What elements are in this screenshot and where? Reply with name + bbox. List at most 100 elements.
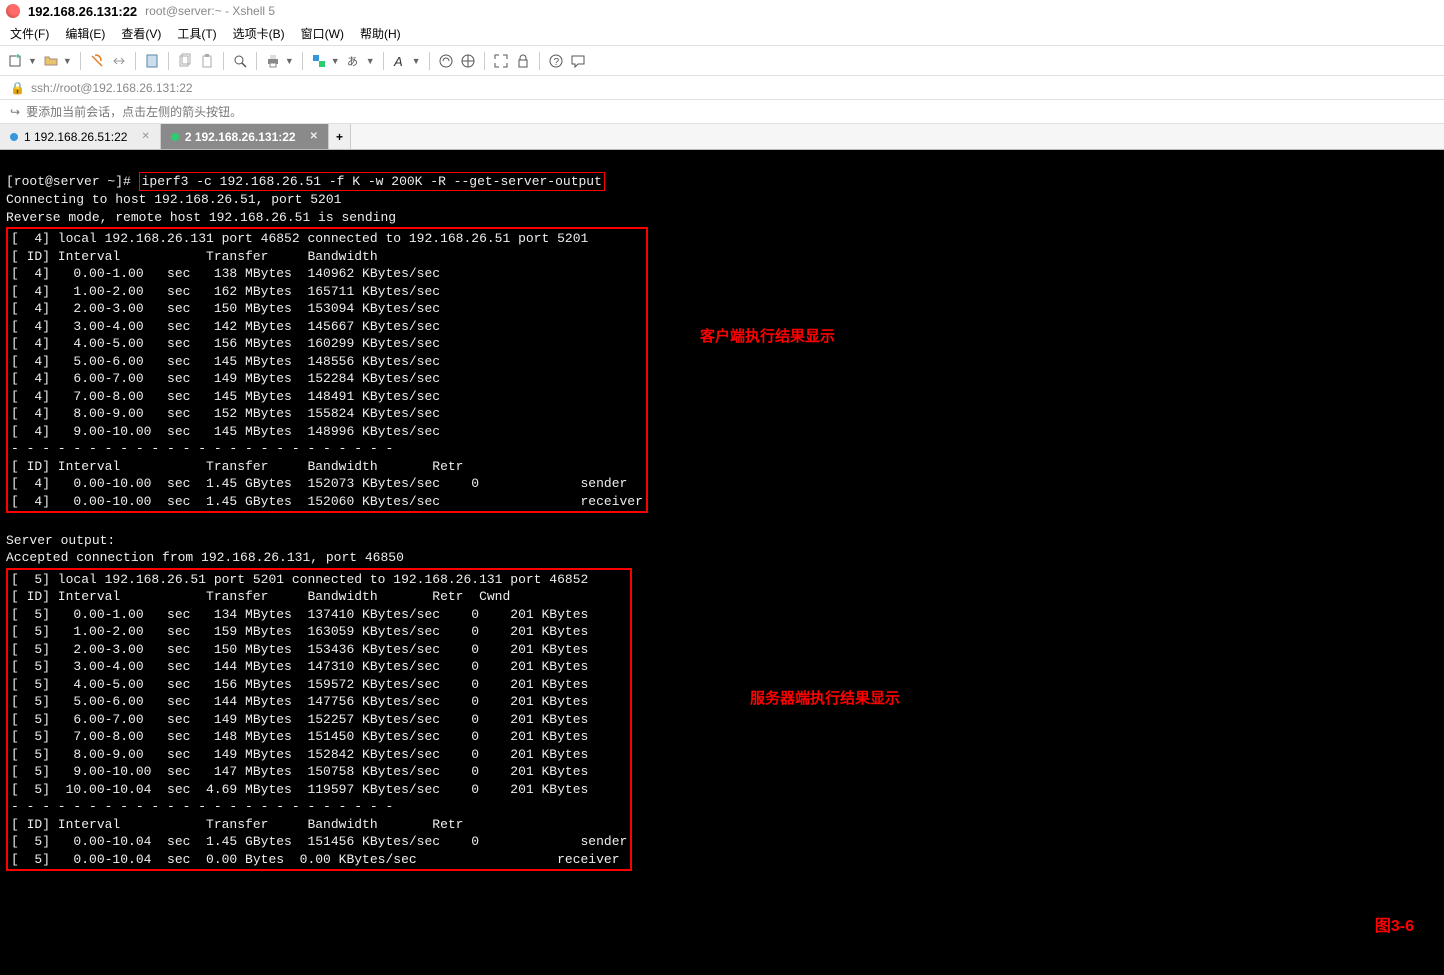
- dropdown-icon[interactable]: ▼: [285, 56, 294, 66]
- dropdown-icon[interactable]: ▼: [331, 56, 340, 66]
- annotation-client: 客户端执行结果显示: [700, 328, 835, 346]
- hint-text: 要添加当前会话，点击左侧的箭头按钮。: [26, 103, 242, 120]
- menu-tabs[interactable]: 选项卡(B): [233, 25, 285, 42]
- terminal-line: Server output:: [6, 533, 115, 548]
- menu-view[interactable]: 查看(V): [121, 25, 161, 42]
- terminal-line: [ 5] 0.00-10.04 sec 0.00 Bytes 0.00 KByt…: [11, 852, 620, 867]
- prompt: [root@server ~]#: [6, 174, 139, 189]
- address-text[interactable]: ssh://root@192.168.26.131:22: [31, 81, 193, 95]
- toolbar: ▼ ▼ ▼ ▼ あ ▼ A ▼ ?: [0, 46, 1444, 76]
- terminal-line: Connecting to host 192.168.26.51, port 5…: [6, 192, 341, 207]
- terminal-line: [ 4] 3.00-4.00 sec 142 MBytes 145667 KBy…: [11, 319, 440, 334]
- encoding-icon[interactable]: あ: [346, 53, 362, 69]
- find-icon[interactable]: [232, 53, 248, 69]
- terminal-line: [ 4] 9.00-10.00 sec 145 MBytes 148996 KB…: [11, 424, 440, 439]
- status-dot-icon: [10, 133, 18, 141]
- dropdown-icon[interactable]: ▼: [366, 56, 375, 66]
- terminal-line: [ 5] 5.00-6.00 sec 144 MBytes 147756 KBy…: [11, 694, 588, 709]
- terminal-line: [ 4] 5.00-6.00 sec 145 MBytes 148556 KBy…: [11, 354, 440, 369]
- separator: [256, 52, 257, 70]
- terminal-line: [ 4] 7.00-8.00 sec 145 MBytes 148491 KBy…: [11, 389, 440, 404]
- feedback-icon[interactable]: [570, 53, 586, 69]
- terminal[interactable]: [root@server ~]# iperf3 -c 192.168.26.51…: [0, 150, 1444, 975]
- properties-icon[interactable]: [144, 53, 160, 69]
- separator: [302, 52, 303, 70]
- terminal-line: [ 5] 0.00-1.00 sec 134 MBytes 137410 KBy…: [11, 607, 588, 622]
- arrow-icon[interactable]: ↪: [10, 105, 20, 119]
- terminal-line: Accepted connection from 192.168.26.131,…: [6, 550, 404, 565]
- terminal-line: [ 4] 1.00-2.00 sec 162 MBytes 165711 KBy…: [11, 284, 440, 299]
- print-icon[interactable]: [265, 53, 281, 69]
- tab-session-2[interactable]: 2 192.168.26.131:22 ✕: [161, 124, 329, 149]
- xftp-icon[interactable]: [460, 53, 476, 69]
- plus-icon: +: [336, 130, 343, 144]
- tab-session-1[interactable]: 1 192.168.26.51:22 ✕: [0, 124, 161, 149]
- annotation-server: 服务器端执行结果显示: [750, 690, 900, 708]
- tab-strip: 1 192.168.26.51:22 ✕ 2 192.168.26.131:22…: [0, 124, 1444, 150]
- terminal-line: - - - - - - - - - - - - - - - - - - - - …: [11, 799, 393, 814]
- dropdown-icon[interactable]: ▼: [63, 56, 72, 66]
- help-icon[interactable]: ?: [548, 53, 564, 69]
- address-bar: 🔒 ssh://root@192.168.26.131:22: [0, 76, 1444, 100]
- separator: [539, 52, 540, 70]
- terminal-line: [ 5] 3.00-4.00 sec 144 MBytes 147310 KBy…: [11, 659, 588, 674]
- copy-icon[interactable]: [177, 53, 193, 69]
- terminal-line: [ 5] 4.00-5.00 sec 156 MBytes 159572 KBy…: [11, 677, 588, 692]
- menu-tools[interactable]: 工具(T): [177, 25, 216, 42]
- terminal-line: [ 4] 0.00-10.00 sec 1.45 GBytes 152060 K…: [11, 494, 643, 509]
- separator: [80, 52, 81, 70]
- terminal-line: [ 4] 0.00-10.00 sec 1.45 GBytes 152073 K…: [11, 476, 627, 491]
- tab-add[interactable]: +: [329, 124, 351, 149]
- font-icon[interactable]: A: [392, 53, 408, 69]
- color-scheme-icon[interactable]: [311, 53, 327, 69]
- terminal-line: [ 5] local 192.168.26.51 port 5201 conne…: [11, 572, 588, 587]
- terminal-line: [ ID] Interval Transfer Bandwidth Retr: [11, 817, 463, 832]
- separator: [429, 52, 430, 70]
- separator: [383, 52, 384, 70]
- tab-label: 1 192.168.26.51:22: [24, 130, 127, 144]
- separator: [168, 52, 169, 70]
- hint-bar: ↪ 要添加当前会话，点击左侧的箭头按钮。: [0, 100, 1444, 124]
- menu-help[interactable]: 帮助(H): [360, 25, 401, 42]
- menu-bar: 文件(F) 编辑(E) 查看(V) 工具(T) 选项卡(B) 窗口(W) 帮助(…: [0, 22, 1444, 46]
- terminal-line: [ 4] 4.00-5.00 sec 156 MBytes 160299 KBy…: [11, 336, 440, 351]
- terminal-line: [ ID] Interval Transfer Bandwidth: [11, 249, 378, 264]
- xagent-icon[interactable]: [438, 53, 454, 69]
- terminal-line: [ 5] 0.00-10.04 sec 1.45 GBytes 151456 K…: [11, 834, 627, 849]
- title-subtitle: root@server:~ - Xshell 5: [145, 4, 275, 18]
- disconnect-icon[interactable]: [111, 53, 127, 69]
- terminal-line: [ 5] 6.00-7.00 sec 149 MBytes 152257 KBy…: [11, 712, 588, 727]
- server-result-box: [ 5] local 192.168.26.51 port 5201 conne…: [6, 568, 632, 872]
- terminal-line: [ 5] 10.00-10.04 sec 4.69 MBytes 119597 …: [11, 782, 588, 797]
- client-result-box: [ 4] local 192.168.26.131 port 46852 con…: [6, 227, 648, 513]
- dropdown-icon[interactable]: ▼: [412, 56, 421, 66]
- separator: [223, 52, 224, 70]
- svg-text:?: ?: [553, 57, 559, 68]
- terminal-line: [ 4] 6.00-7.00 sec 149 MBytes 152284 KBy…: [11, 371, 440, 386]
- tab-label: 2 192.168.26.131:22: [185, 130, 296, 144]
- title-ip: 192.168.26.131:22: [28, 4, 137, 19]
- lock-icon[interactable]: [515, 53, 531, 69]
- new-session-icon[interactable]: [8, 53, 24, 69]
- title-bar: 192.168.26.131:22 root@server:~ - Xshell…: [0, 0, 1444, 22]
- figure-label: 图3-6: [1375, 918, 1414, 936]
- dropdown-icon[interactable]: ▼: [28, 56, 37, 66]
- command-highlight: iperf3 -c 192.168.26.51 -f K -w 200K -R …: [139, 172, 605, 192]
- fullscreen-icon[interactable]: [493, 53, 509, 69]
- menu-edit[interactable]: 编辑(E): [65, 25, 105, 42]
- terminal-line: - - - - - - - - - - - - - - - - - - - - …: [11, 441, 393, 456]
- terminal-line: [ 5] 2.00-3.00 sec 150 MBytes 153436 KBy…: [11, 642, 588, 657]
- terminal-line: [ 4] local 192.168.26.131 port 46852 con…: [11, 231, 588, 246]
- open-icon[interactable]: [43, 53, 59, 69]
- paste-icon[interactable]: [199, 53, 215, 69]
- close-icon[interactable]: ✕: [310, 131, 318, 142]
- reconnect-icon[interactable]: [89, 53, 105, 69]
- terminal-line: [ 4] 2.00-3.00 sec 150 MBytes 153094 KBy…: [11, 301, 440, 316]
- svg-text:あ: あ: [347, 55, 358, 68]
- close-icon[interactable]: ✕: [141, 131, 149, 142]
- menu-window[interactable]: 窗口(W): [301, 25, 344, 42]
- separator: [484, 52, 485, 70]
- terminal-line: [ ID] Interval Transfer Bandwidth Retr: [11, 459, 463, 474]
- terminal-line: [ 5] 9.00-10.00 sec 147 MBytes 150758 KB…: [11, 764, 588, 779]
- menu-file[interactable]: 文件(F): [10, 25, 49, 42]
